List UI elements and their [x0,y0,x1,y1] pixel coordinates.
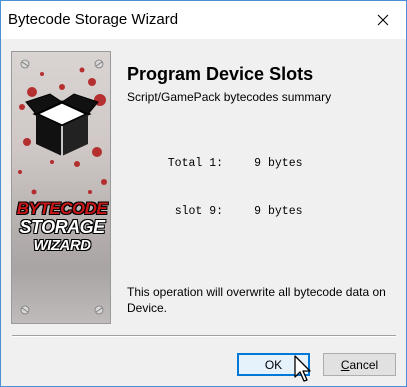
summary-unit: bytes [268,205,303,218]
banner-text-wizard: WIZARD [33,237,92,254]
cancel-button[interactable]: Cancel [323,353,396,376]
cancel-accelerator: C [340,357,350,372]
title-bar: Bytecode Storage Wizard [1,1,406,39]
summary-row-total: Total 1: 9 bytes [161,156,303,172]
footer-divider [12,335,396,337]
open-box-icon [25,93,99,156]
wizard-dialog: Bytecode Storage Wizard BYTECODE STORAGE… [0,0,407,387]
banner-artwork [18,59,107,315]
bytecode-summary: Total 1: 9 bytes slot 9: 9 bytes [161,124,303,252]
window-title: Bytecode Storage Wizard [8,11,179,28]
banner-text-storage: STORAGE [19,217,105,237]
cancel-label: ancel [349,357,379,372]
close-button[interactable] [360,1,406,39]
summary-row-slot: slot 9: 9 bytes [161,204,303,220]
screw-icons [20,59,104,315]
wizard-banner-image: BYTECODE STORAGE WIZARD [11,51,111,324]
summary-value: 9 [254,205,261,218]
summary-label: slot 9: [174,205,223,218]
page-heading: Program Device Slots [127,64,314,84]
summary-value: 9 [254,157,261,170]
page-subheading: Script/GamePack bytecodes summary [127,90,332,104]
overwrite-warning: This operation will overwrite all byteco… [127,285,386,315]
summary-label: Total 1: [167,157,223,170]
mouse-pointer-icon [294,355,311,382]
summary-unit: bytes [268,157,303,170]
banner-text-bytecode: BYTECODE [16,199,108,218]
close-icon [377,14,389,26]
